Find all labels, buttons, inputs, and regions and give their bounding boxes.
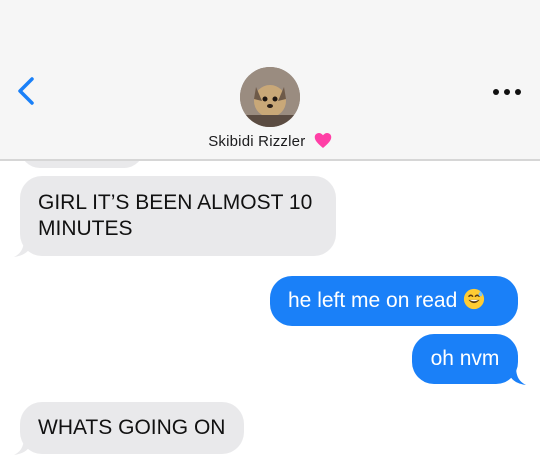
message-text: GIRL IT’S BEEN ALMOST 10 MINUTES <box>38 191 313 240</box>
contact-name-text: Skibidi Rizzler <box>208 133 306 150</box>
outgoing-message-bubble[interactable]: oh nvm <box>412 334 518 384</box>
bubble-tail <box>14 238 32 257</box>
contact-avatar[interactable] <box>240 67 300 127</box>
bubble-tail <box>14 436 32 455</box>
header-foreground: Skibidi Rizzler <box>0 0 540 160</box>
back-button[interactable] <box>12 74 42 108</box>
header-divider <box>0 159 540 160</box>
bubble-tail <box>508 366 526 385</box>
message-text: oh nvm <box>430 347 500 370</box>
incoming-message-bubble[interactable]: WHATS GOING ON <box>20 402 244 454</box>
more-options-button[interactable] <box>492 82 522 102</box>
message-text: WHATS GOING ON <box>38 416 226 439</box>
message-text: he left me on read <box>288 289 458 312</box>
contact-title[interactable]: Skibidi Rizzler <box>0 132 540 150</box>
heart-icon <box>314 133 332 148</box>
outgoing-message-bubble[interactable]: he left me on read <box>270 276 518 326</box>
grinning-sweat-emoji <box>464 288 485 310</box>
incoming-message-bubble[interactable]: GIRL IT’S BEEN ALMOST 10 MINUTES <box>20 176 336 256</box>
